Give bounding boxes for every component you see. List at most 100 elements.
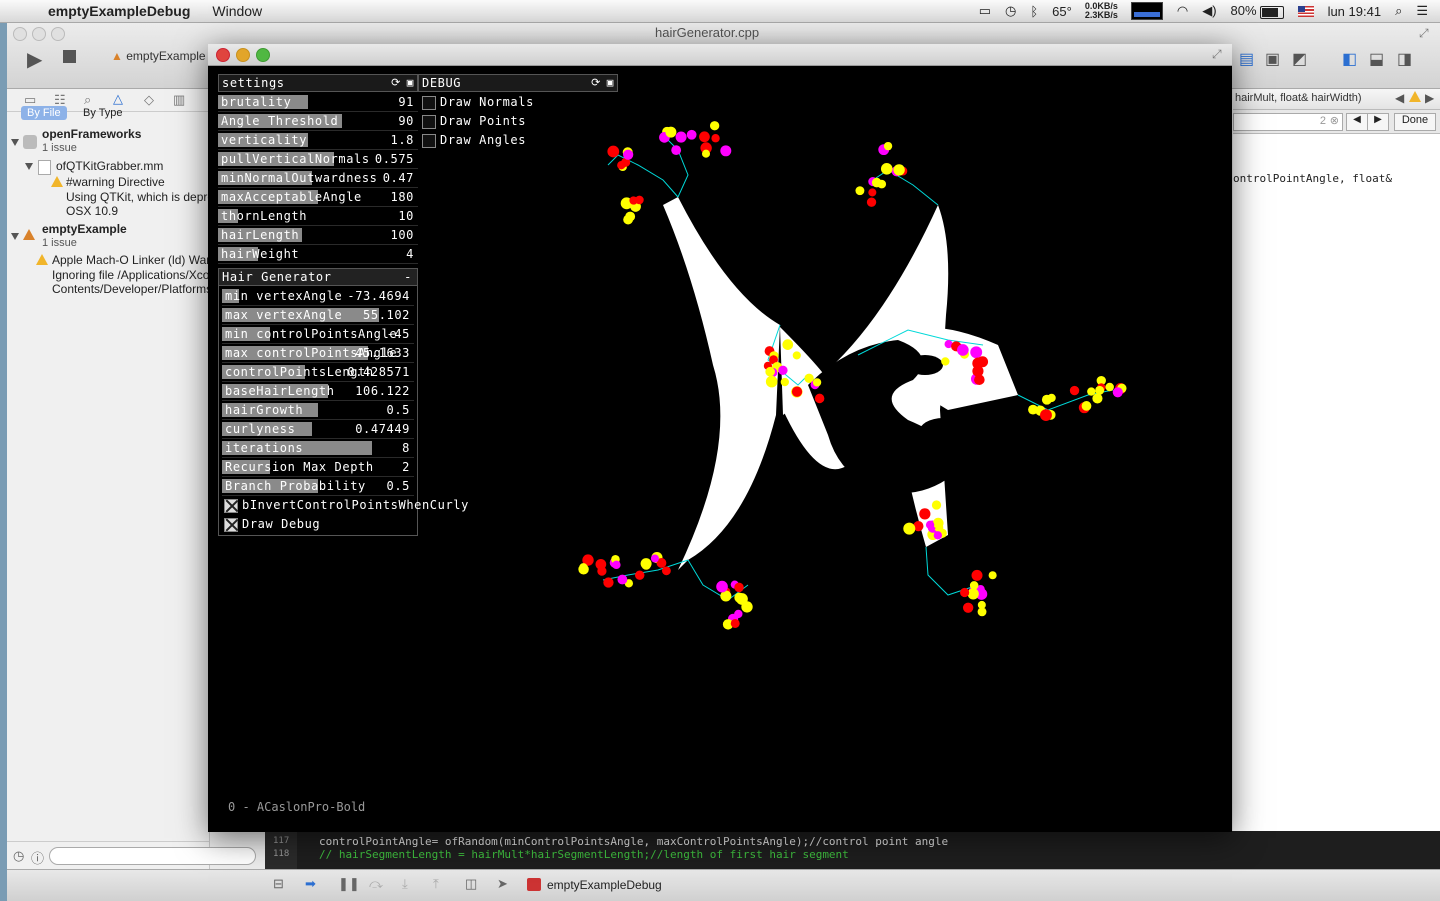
- tests-icon[interactable]: ◇: [144, 92, 154, 108]
- issues-filter-icon[interactable]: ⓘ: [31, 848, 44, 867]
- step-out-icon[interactable]: ⤒: [433, 876, 439, 892]
- checkbox[interactable]: [422, 134, 436, 148]
- reload-icon[interactable]: ⟳: [391, 75, 401, 91]
- bluetooth-icon[interactable]: ᛒ: [1030, 4, 1038, 19]
- slider-curlyness[interactable]: curlyness 0.47449: [222, 421, 414, 439]
- fullscreen-icon[interactable]: ⤢: [1419, 26, 1429, 41]
- temperature-readout[interactable]: 65°: [1052, 4, 1072, 19]
- reload-icon[interactable]: ⟳: [591, 75, 601, 91]
- find-input[interactable]: 2 ⊗: [1233, 113, 1343, 131]
- minimize-button[interactable]: [32, 27, 46, 41]
- cpu-graph-icon[interactable]: [1130, 2, 1163, 20]
- toggle-draw-debug[interactable]: Draw Debug: [220, 516, 416, 534]
- version-editor-icon[interactable]: ◩: [1292, 49, 1307, 69]
- volume-icon[interactable]: ◀): [1202, 3, 1216, 19]
- jump-bar-function[interactable]: hairMult, float& hairWidth): [1235, 92, 1362, 104]
- clock[interactable]: lun 19:41: [1328, 4, 1382, 19]
- issues-icon[interactable]: △: [113, 91, 123, 107]
- disclosure-triangle-icon[interactable]: [11, 139, 19, 146]
- slider-maxacceptableangle[interactable]: maxAcceptableAngle 180: [218, 189, 418, 207]
- view-hierarchy-icon[interactable]: ◫: [465, 876, 477, 892]
- find-next-icon[interactable]: ▶: [1367, 113, 1389, 131]
- nav-item-title[interactable]: openFrameworks: [42, 127, 141, 141]
- segment-by-type[interactable]: By Type: [77, 106, 129, 120]
- run-icon[interactable]: ▶: [27, 47, 42, 72]
- slider-angle-threshold[interactable]: Angle Threshold 90: [218, 113, 418, 131]
- apple-menu-icon[interactable]: [20, 4, 34, 18]
- source-editor[interactable]: hairMult, float& hairWidth) ◀ ▶ 2 ⊗ ◀ ▶ …: [1233, 89, 1440, 869]
- slider-max-vertexangle[interactable]: max vertexAngle 55.102: [222, 307, 414, 325]
- checkbox[interactable]: [422, 115, 436, 129]
- checkbox[interactable]: [422, 96, 436, 110]
- find-done-button[interactable]: Done: [1394, 113, 1436, 131]
- pause-icon[interactable]: ❚❚: [338, 876, 360, 892]
- slider-hairlength[interactable]: hairLength 100: [218, 227, 418, 245]
- notification-center-icon[interactable]: ☰: [1416, 3, 1428, 19]
- spotlight-icon[interactable]: ⌕: [1395, 3, 1402, 19]
- utilities-toggle-icon[interactable]: ◨: [1397, 49, 1412, 69]
- filter-input[interactable]: [49, 847, 256, 865]
- nav-item-title[interactable]: #warning Directive: [66, 175, 208, 189]
- previous-issue-icon[interactable]: ◀: [1395, 91, 1404, 105]
- issue-warning-icon[interactable]: [1409, 90, 1421, 105]
- recent-filter-icon[interactable]: ◷: [13, 848, 24, 864]
- toggle-draw-points[interactable]: Draw Points: [418, 113, 618, 131]
- of-fullscreen-icon[interactable]: ⤢: [1212, 47, 1222, 62]
- disclosure-triangle-icon[interactable]: [25, 163, 33, 170]
- segment-by-file[interactable]: By File: [21, 106, 67, 120]
- collapse-toggle[interactable]: -: [404, 269, 412, 285]
- of-close-button[interactable]: [216, 48, 230, 62]
- toggle-binvertcontrolpointswhencurly[interactable]: bInvertControlPointsWhenCurly: [220, 497, 468, 515]
- breakpoints-toggle-icon[interactable]: ➡: [305, 876, 316, 892]
- debug-panel-header[interactable]: DEBUG ⟳ ▣: [418, 74, 618, 92]
- checkbox[interactable]: [224, 518, 238, 532]
- wifi-icon[interactable]: ◠: [1177, 3, 1188, 19]
- slider-hairweight[interactable]: hairWeight 4: [218, 246, 418, 264]
- slider-minnormaloutwardness[interactable]: minNormalOutwardness 0.47: [218, 170, 418, 188]
- close-button[interactable]: [13, 27, 27, 41]
- step-over-icon[interactable]: ⤼: [369, 876, 383, 892]
- zoom-button[interactable]: [51, 27, 65, 41]
- save-icon[interactable]: ▣: [607, 75, 614, 91]
- slider-hairgrowth[interactable]: hairGrowth 0.5: [222, 402, 414, 420]
- slider-verticality[interactable]: verticality 1.8: [218, 132, 418, 150]
- airplay-icon[interactable]: ▭: [979, 3, 991, 19]
- stop-icon[interactable]: [63, 50, 76, 63]
- location-icon[interactable]: ➤: [497, 876, 508, 892]
- assistant-editor-icon[interactable]: ▣: [1265, 49, 1280, 69]
- debug-target-label[interactable]: emptyExampleDebug: [547, 878, 662, 892]
- hair-generator-header[interactable]: Hair Generator -: [218, 268, 418, 286]
- app-menu[interactable]: emptyExampleDebug: [48, 3, 190, 19]
- slider-min-controlpointsangle[interactable]: min controlPointsAngle -45: [222, 326, 414, 344]
- scheme-selector[interactable]: ▲ emptyExample: [111, 49, 206, 63]
- nav-item-title[interactable]: emptyExample: [42, 222, 127, 236]
- find-previous-icon[interactable]: ◀: [1346, 113, 1368, 131]
- clear-search-icon[interactable]: ⊗: [1330, 114, 1339, 127]
- code-area-bottom[interactable]: controlPointAngle= ofRandom(minControlPo…: [265, 831, 1440, 869]
- slider-min-vertexangle[interactable]: min vertexAngle -73.4694: [222, 288, 414, 306]
- slider-recursion-max-depth[interactable]: Recursion Max Depth 2: [222, 459, 414, 477]
- slider-branch-probability[interactable]: Branch Probability 0.5: [222, 478, 414, 496]
- slider-basehairlength[interactable]: baseHairLength 106.122: [222, 383, 414, 401]
- slider-max-controlpointsangle[interactable]: max controlPointsAngle 45.1633: [222, 345, 414, 363]
- disclosure-triangle-icon[interactable]: [11, 233, 19, 240]
- slider-iterations[interactable]: iterations 8: [222, 440, 414, 458]
- nav-item-title[interactable]: ofQTKitGrabber.mm: [56, 159, 206, 173]
- slider-pullverticalnormals[interactable]: pullVerticalNormals 0.575: [218, 151, 418, 169]
- debug-nav-icon[interactable]: ▥: [173, 92, 185, 108]
- debug-area-toggle-icon[interactable]: ⬓: [1369, 49, 1384, 69]
- input-source-flag-icon[interactable]: [1297, 5, 1314, 17]
- settings-panel-header[interactable]: settings ⟳ ▣: [218, 74, 418, 92]
- save-icon[interactable]: ▣: [407, 75, 414, 91]
- window-menu[interactable]: Window: [212, 3, 262, 19]
- of-zoom-button[interactable]: [256, 48, 270, 62]
- nav-item-title[interactable]: Apple Mach-O Linker (ld) Warning: [52, 253, 209, 267]
- step-into-icon[interactable]: ⤓: [402, 876, 408, 892]
- of-app-window[interactable]: ⤢ settings ⟳ ▣ brutality 91 Angle Thresh…: [208, 44, 1232, 832]
- slider-brutality[interactable]: brutality 91: [218, 94, 418, 112]
- time-machine-icon[interactable]: ◷: [1005, 3, 1016, 19]
- next-issue-icon[interactable]: ▶: [1425, 91, 1434, 105]
- toggle-draw-normals[interactable]: Draw Normals: [418, 94, 618, 112]
- hide-debug-area-icon[interactable]: ⊟: [273, 876, 284, 892]
- battery-status[interactable]: 80%: [1231, 3, 1284, 19]
